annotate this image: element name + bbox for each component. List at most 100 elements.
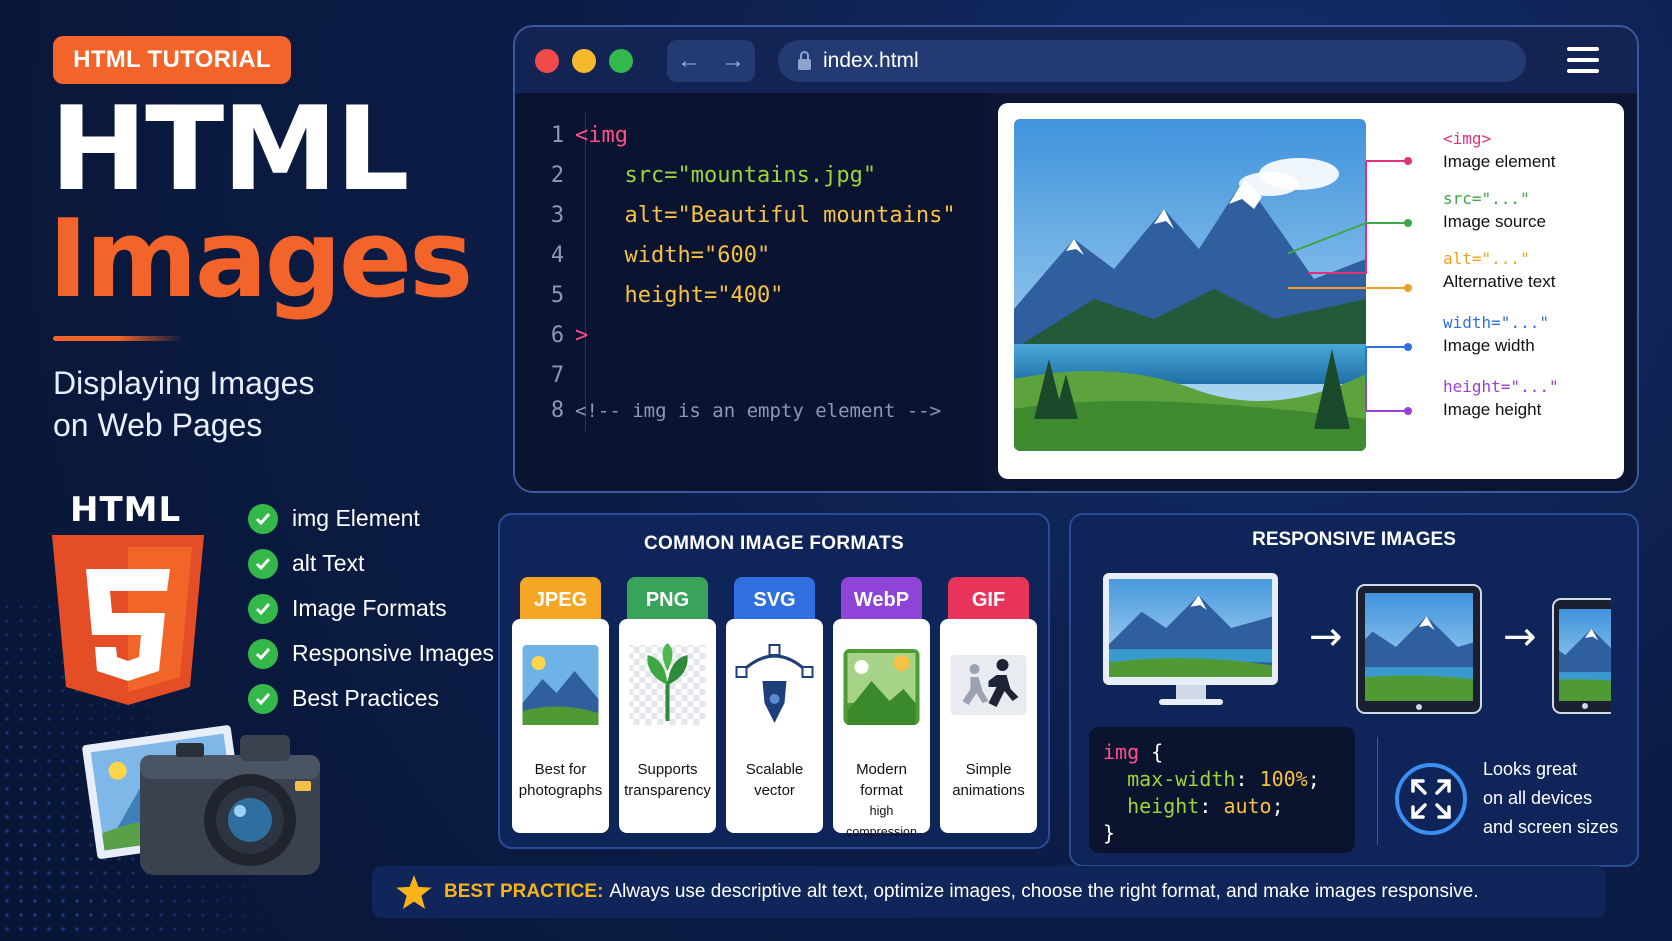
annotation-label: Image width [1443,336,1535,355]
best-practice-label: BEST PRACTICE: [444,881,604,902]
star-icon [396,875,432,909]
address-bar[interactable]: index.html [778,40,1526,82]
format-card-jpeg: JPEG Best for photographs [512,577,609,833]
checklist-item: Responsive Images [248,631,494,676]
title-html: HTML [50,82,410,217]
line-number: 6 [550,323,565,348]
annotation-item: <img> Image element [1443,129,1555,172]
responsive-images-panel: RESPONSIVE IMAGES → → img {max-width: 1… [1069,513,1639,867]
responsive-title: RESPONSIVE IMAGES [1252,529,1456,550]
tutorial-tag: HTML TUTORIAL [53,36,291,84]
format-desc-line-2: high compression [846,804,917,839]
looks-line-2: on all devices [1483,788,1593,808]
format-card-body: Modern format high compression [833,619,930,839]
browser-window: ← → index.html 1 <img 2 src="mountains.jpg… [513,25,1639,493]
forward-arrow-icon[interactable]: → [721,47,745,75]
checklist-label: Best Practices [292,685,439,711]
title-images: Images [48,197,473,322]
annotation-connectors [1288,157,1412,415]
formats-title: COMMON IMAGE FORMATS [643,533,904,554]
panel-divider [1377,737,1378,845]
annotation-code: <img> [1443,129,1492,148]
format-desc-line-2: photographs [518,782,603,799]
checklist-item: img Element [248,496,494,541]
image-icon [841,641,922,729]
maximize-dot[interactable] [609,49,633,73]
annotation-label: Image element [1443,152,1556,171]
url-text: index.html [823,49,919,72]
format-card-webp: WebP Modern format high compression [833,577,930,839]
format-card-body: Best for photographs [512,619,609,833]
check-circle-icon [248,503,278,534]
format-name: GIF [948,577,1029,623]
checklist-label: Responsive Images [292,640,494,666]
desktop-monitor-icon [1103,573,1278,705]
format-desc: Best for photographs [514,759,607,801]
nav-buttons: ← → [667,40,755,82]
looks-line-1: Looks great [1483,759,1578,779]
format-desc-line-1: Simple [965,761,1012,778]
format-desc-line-2: vector [754,782,795,799]
format-desc: Supports transparency [621,759,714,801]
code-line: > [575,323,589,348]
tablet-icon [1356,584,1482,714]
checklist-label: alt Text [292,550,365,576]
subtitle-line-2: on Web Pages [53,407,263,443]
css-prop-height: height [1127,794,1200,818]
checklist-label: img Element [292,505,420,531]
running-icon [948,641,1029,729]
line-number: 7 [550,363,565,388]
image-preview-panel: <img> Image element src="..." Image source a… [998,103,1624,479]
annotation-code: src="..." [1443,189,1530,208]
format-desc-line-2: transparency [624,782,711,799]
format-desc-line-1: Best for [534,761,587,778]
arrow-right-icon: → [1503,614,1537,660]
css-open-brace: { [1151,740,1164,764]
css-prop-max-width: max-width [1127,767,1236,791]
subtitle: Displaying Images on Web Pages [53,362,314,446]
format-card-png: PNG Supports transparency [619,577,716,833]
devices-illustration: → → [1103,573,1611,714]
photo-icon [520,641,601,729]
checklist-label: Image Formats [292,595,447,621]
code-line: alt="Beautiful mountains" [598,203,956,228]
annotation-code: alt="..." [1443,249,1530,268]
image-formats-panel: COMMON IMAGE FORMATS JPEG Best for photogr… [498,513,1050,849]
leaf-icon [627,641,708,729]
code-editor: 1 <img 2 src="mountains.jpg" 3 alt="Beautif… [515,93,985,491]
best-practice-text: Always use descriptive alt text, optimiz… [609,881,1479,902]
line-number: 1 [550,123,565,148]
format-name: SVG [734,577,815,623]
format-card-gif: GIF Simple animations [940,577,1037,833]
format-desc-line-1: Scalable [745,761,804,778]
checklist-item: alt Text [248,541,494,586]
hamburger-menu-icon[interactable] [1567,47,1599,73]
title-underline [53,336,183,341]
css-val-max-width: 100% [1259,767,1308,791]
css-code-block: img { max-width: 100%; height: auto; } [1089,727,1355,853]
pen-tool-icon [734,641,815,729]
line-number: 5 [550,283,565,308]
format-card-body: Supports transparency [619,619,716,833]
code-line: height="400" [598,283,784,308]
format-desc-line-1: Modern format [856,761,907,799]
lock-icon [798,50,811,70]
subtitle-line-1: Displaying Images [53,365,315,401]
code-line: width="600" [598,243,771,268]
line-number: 4 [550,243,565,268]
format-card-body: Scalable vector [726,619,823,833]
css-selector: img [1103,740,1140,764]
code-line: <img [575,123,628,148]
close-dot[interactable] [535,49,559,73]
minimize-dot[interactable] [572,49,596,73]
back-arrow-icon[interactable]: ← [677,47,701,75]
checklist-item: Image Formats [248,586,494,631]
format-desc: Modern format high compression [835,759,928,843]
format-desc-line-2: animations [952,782,1025,799]
format-desc-line-1: Supports [637,761,698,778]
feature-checklist: img Element alt Text Image Formats Responsi… [248,496,494,721]
annotation-item: width="..." Image width [1443,313,1549,356]
camera-photo-icon [82,725,320,875]
line-number: 3 [550,203,565,228]
annotation-label: Image height [1443,400,1542,419]
